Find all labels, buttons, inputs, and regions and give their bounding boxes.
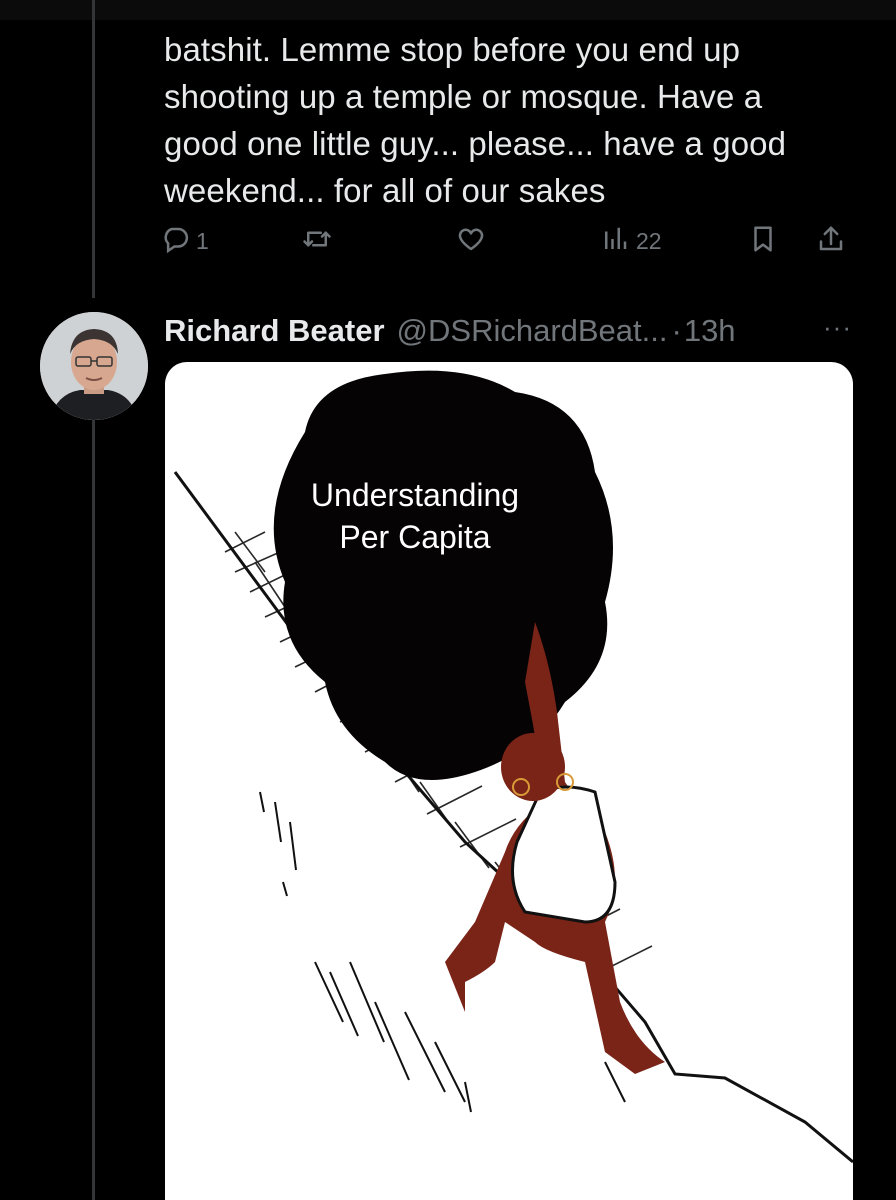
bookmark-icon	[748, 224, 778, 259]
reply-button[interactable]: 1	[160, 218, 209, 264]
tweet-text: batshit. Lemme stop before you end up sh…	[164, 31, 787, 209]
timestamp[interactable]: 13h	[684, 313, 736, 349]
like-icon	[456, 224, 486, 259]
reply-count: 1	[196, 227, 209, 254]
bookmark-button[interactable]	[748, 218, 778, 264]
thread-connector-line	[92, 0, 95, 298]
views-button[interactable]: 22	[600, 218, 662, 264]
views-count: 22	[636, 227, 662, 254]
more-options-button[interactable]: ···	[823, 312, 852, 343]
separator-dot: ·	[671, 313, 682, 348]
retweet-button[interactable]	[302, 218, 332, 264]
timeline: batshit. Lemme stop before you end up sh…	[0, 0, 896, 1200]
share-button[interactable]	[816, 218, 846, 264]
previous-content-edge	[0, 0, 896, 20]
views-icon	[600, 224, 630, 259]
retweet-icon	[302, 224, 332, 259]
image-caption: Understanding Per Capita	[310, 477, 520, 555]
avatar[interactable]	[40, 312, 148, 420]
reply-icon	[160, 224, 190, 259]
tweet-image[interactable]: Understanding Per Capita	[165, 362, 853, 1200]
reply-header: Richard Beater @DSRichardBeat... · 13h ·…	[164, 308, 864, 354]
share-icon	[816, 224, 846, 259]
tweet-action-bar: 1 22	[160, 218, 860, 264]
author-name[interactable]: Richard Beater	[164, 313, 385, 349]
thread-connector-line	[92, 418, 95, 1200]
like-button[interactable]	[456, 218, 486, 264]
author-handle[interactable]: @DSRichardBeat...	[397, 313, 668, 349]
